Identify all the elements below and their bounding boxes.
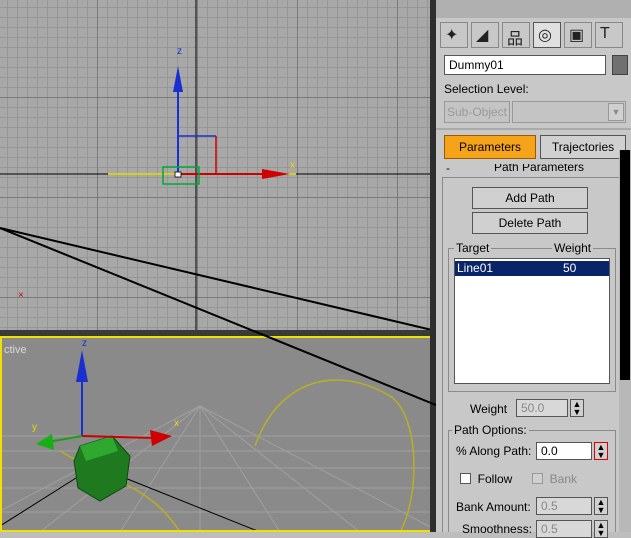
display-tab[interactable]: ▣: [564, 22, 592, 48]
smoothness-label: Smoothness:: [462, 522, 533, 536]
trajectories-button[interactable]: Trajectories: [540, 135, 626, 159]
target-weight: 50: [563, 261, 577, 275]
hierarchy-tab[interactable]: 品: [502, 22, 530, 48]
along-path-field[interactable]: [536, 442, 592, 460]
target-name: Line01: [457, 261, 494, 275]
display-tab-icon: ▣: [569, 27, 585, 44]
bank-amount-field[interactable]: [536, 497, 592, 515]
top-z-axis-label: z: [177, 46, 182, 57]
perspective-viewport[interactable]: ctive z x y: [0, 336, 430, 532]
perspective-viewport-scene: [2, 350, 430, 530]
modify-tab-icon: ◢: [476, 27, 489, 44]
follow-label: Follow: [477, 472, 513, 486]
bank-checkbox[interactable]: [532, 473, 543, 484]
selection-level-label: Selection Level:: [444, 82, 529, 96]
dropdown-arrow-icon: ▼: [608, 103, 624, 121]
weight-column-header: Weight: [552, 241, 594, 255]
motion-tab[interactable]: ◎: [533, 22, 561, 48]
smoothness-spinner[interactable]: ▲ ▼: [594, 520, 608, 538]
along-path-spinner[interactable]: ▲ ▼: [594, 442, 608, 460]
svg-text:×: ×: [18, 290, 24, 301]
sub-object-dropdown[interactable]: ▼: [512, 101, 626, 123]
target-list-row[interactable]: Line01 50: [455, 261, 609, 276]
utilities-tab-icon: T: [600, 25, 610, 42]
bank-checkbox-row[interactable]: Bank: [532, 472, 577, 486]
persp-z-axis-arrow: [76, 350, 88, 382]
delete-path-button[interactable]: Delete Path: [472, 212, 588, 234]
object-name-field[interactable]: [444, 55, 606, 75]
bank-amount-spinner[interactable]: ▲ ▼: [594, 497, 608, 515]
separator: [436, 128, 631, 130]
persp-x-axis-label: x: [174, 418, 179, 429]
persp-z-axis-label: z: [82, 338, 87, 349]
smoothness-field[interactable]: [536, 520, 592, 538]
follow-checkbox-row[interactable]: Follow: [460, 472, 512, 486]
bank-label: Bank: [549, 472, 578, 486]
object-color-swatch[interactable]: [612, 55, 628, 75]
persp-x-axis-arrow: [150, 430, 172, 446]
hierarchy-tab-icon: 品: [507, 31, 524, 48]
command-panel-tabs: ✦ ◢ 品 ◎ ▣ T: [440, 22, 626, 48]
panel-scrollbar-thumb[interactable]: [620, 150, 630, 380]
rollout-title: Path Parameters: [494, 164, 585, 174]
modify-tab[interactable]: ◢: [471, 22, 499, 48]
command-panel: ✦ ◢ 品 ◎ ▣ T Selection Level: Sub-Object …: [436, 0, 631, 538]
path-options-title: Path Options:: [452, 423, 529, 437]
along-path-label: % Along Path:: [456, 444, 532, 458]
target-list[interactable]: Line01 50: [454, 258, 610, 384]
create-tab[interactable]: ✦: [440, 22, 468, 48]
top-viewport-scene: ×: [0, 0, 432, 330]
weight-field[interactable]: [516, 399, 568, 417]
top-x-axis-label: x: [290, 160, 295, 171]
bank-amount-label: Bank Amount:: [456, 500, 531, 514]
target-column-header: Target: [454, 241, 492, 255]
follow-checkbox[interactable]: [460, 473, 471, 484]
perspective-viewport-label[interactable]: ctive: [4, 344, 27, 356]
z-axis-arrow: [173, 66, 183, 92]
panel-top-strip: [436, 0, 631, 18]
weight-spinner[interactable]: ▲ ▼: [570, 399, 584, 417]
top-viewport[interactable]: × z x: [0, 0, 432, 330]
rollout-header[interactable]: - Path Parameters: [442, 164, 620, 178]
utilities-tab[interactable]: T: [595, 22, 623, 48]
motion-tab-icon: ◎: [538, 27, 552, 44]
parameters-button[interactable]: Parameters: [444, 135, 536, 159]
x-axis-arrow: [262, 169, 290, 179]
create-tab-icon: ✦: [445, 27, 459, 44]
weight-label: Weight: [470, 402, 508, 416]
persp-y-axis-label: y: [32, 422, 37, 433]
sub-object-button[interactable]: Sub-Object: [444, 101, 510, 123]
rollout-collapse-toggle[interactable]: -: [446, 164, 450, 175]
add-path-button[interactable]: Add Path: [472, 187, 588, 209]
